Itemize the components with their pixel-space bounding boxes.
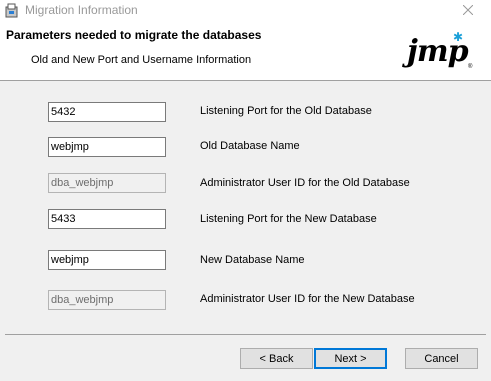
trademark-mark: ® [468, 64, 473, 70]
old-port-input[interactable] [48, 102, 166, 122]
old-admin-user-label: Administrator User ID for the Old Databa… [200, 177, 410, 189]
close-icon [462, 4, 474, 18]
old-port-label: Listening Port for the Old Database [200, 105, 372, 117]
footer-divider [5, 334, 486, 335]
star-icon: ✱ [453, 30, 464, 44]
new-port-input[interactable] [48, 209, 166, 229]
title-bar: Migration Information [0, 0, 491, 22]
close-button[interactable] [445, 0, 491, 22]
new-admin-user-input [48, 290, 166, 310]
new-port-label: Listening Port for the New Database [200, 213, 377, 225]
window-title: Migration Information [25, 3, 138, 17]
back-button[interactable]: < Back [240, 348, 313, 369]
new-admin-user-label: Administrator User ID for the New Databa… [200, 293, 415, 305]
migration-dialog: Migration Information Parameters needed … [0, 0, 491, 381]
next-button[interactable]: Next > [314, 348, 387, 369]
jmp-logo: jmp ✱ ® [405, 28, 475, 74]
new-database-name-input[interactable] [48, 250, 166, 270]
header-banner: Parameters needed to migrate the databas… [0, 22, 491, 81]
cancel-button[interactable]: Cancel [405, 348, 478, 369]
old-database-name-input[interactable] [48, 137, 166, 157]
page-subtitle: Old and New Port and Username Informatio… [31, 54, 252, 66]
old-database-name-label: Old Database Name [200, 140, 300, 152]
installer-icon [4, 3, 19, 18]
new-database-name-label: New Database Name [200, 254, 305, 266]
old-admin-user-input [48, 173, 166, 193]
page-title: Parameters needed to migrate the databas… [6, 28, 262, 42]
